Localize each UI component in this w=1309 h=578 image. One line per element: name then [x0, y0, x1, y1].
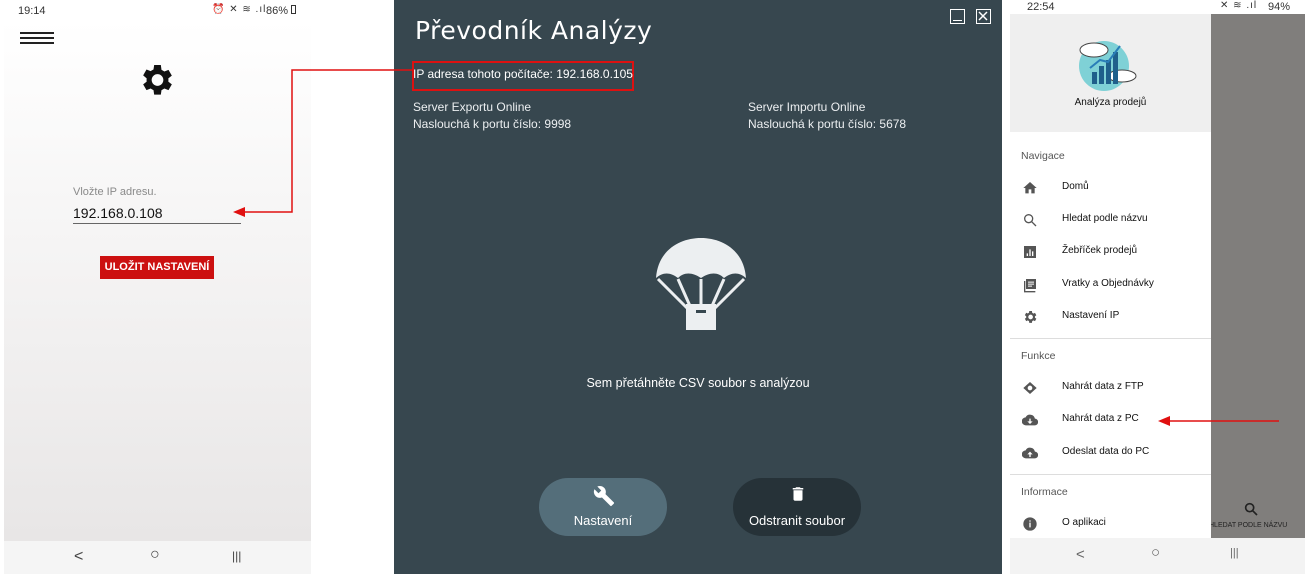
arrow-ip-head	[233, 207, 245, 217]
arrow-ip-link	[243, 69, 412, 213]
arrow-pc-upload-head	[1158, 416, 1170, 426]
annotation-arrows	[233, 69, 1279, 426]
